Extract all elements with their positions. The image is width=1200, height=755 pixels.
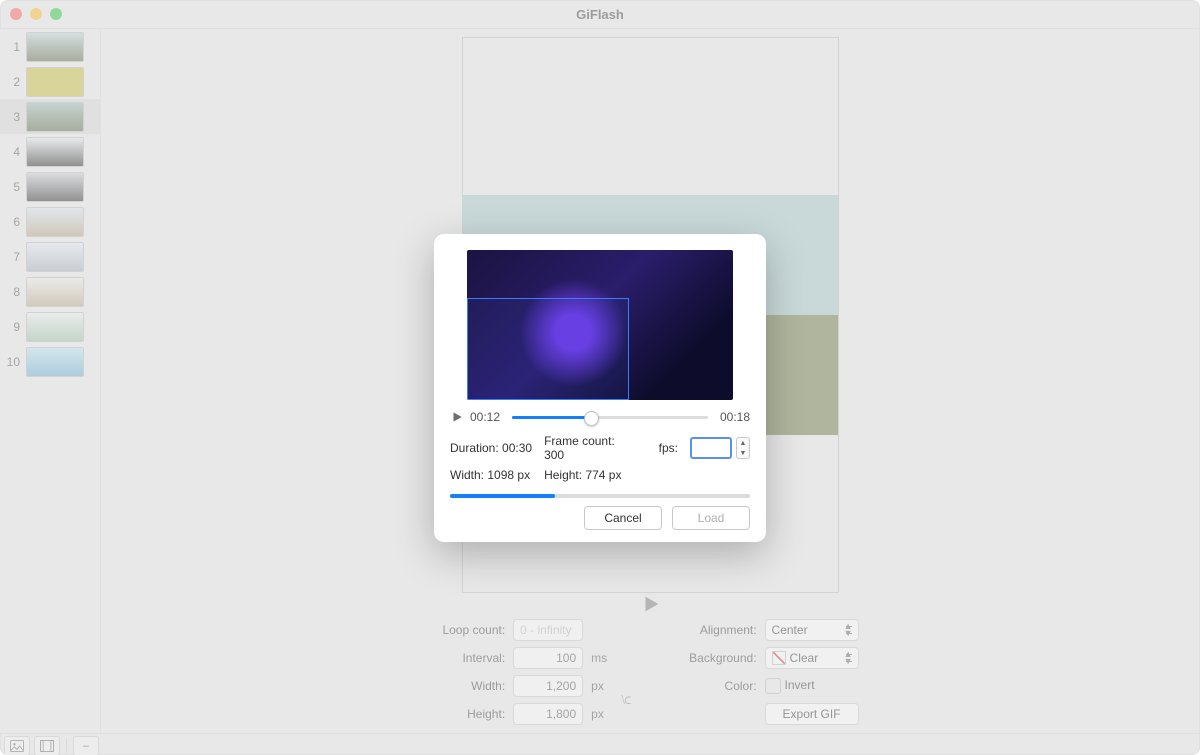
- frame-count-label: Frame count: 300: [544, 434, 635, 462]
- play-icon[interactable]: [450, 410, 464, 424]
- app-window: GiFlash 12345678910 Loop count: 0 - infi…: [0, 0, 1200, 755]
- crop-selection[interactable]: [467, 298, 629, 400]
- duration-label: Duration: 00:30: [450, 441, 532, 455]
- fps-input[interactable]: [690, 437, 732, 459]
- time-current: 00:12: [470, 410, 500, 424]
- video-preview[interactable]: [467, 250, 733, 400]
- load-progress: [450, 494, 750, 498]
- fps-stepper[interactable]: ▲▼: [690, 437, 750, 459]
- video-height-label: Height: 774 px: [544, 468, 635, 482]
- video-width-label: Width: 1098 px: [450, 468, 532, 482]
- cancel-button[interactable]: Cancel: [584, 506, 662, 530]
- scrubber[interactable]: [512, 416, 708, 419]
- time-total: 00:18: [720, 410, 750, 424]
- fps-label: fps:: [659, 441, 678, 455]
- load-button[interactable]: Load: [672, 506, 750, 530]
- stepper-icon[interactable]: ▲▼: [736, 437, 750, 459]
- video-import-modal: 00:12 00:18 Duration: 00:30 Frame count:…: [434, 234, 766, 542]
